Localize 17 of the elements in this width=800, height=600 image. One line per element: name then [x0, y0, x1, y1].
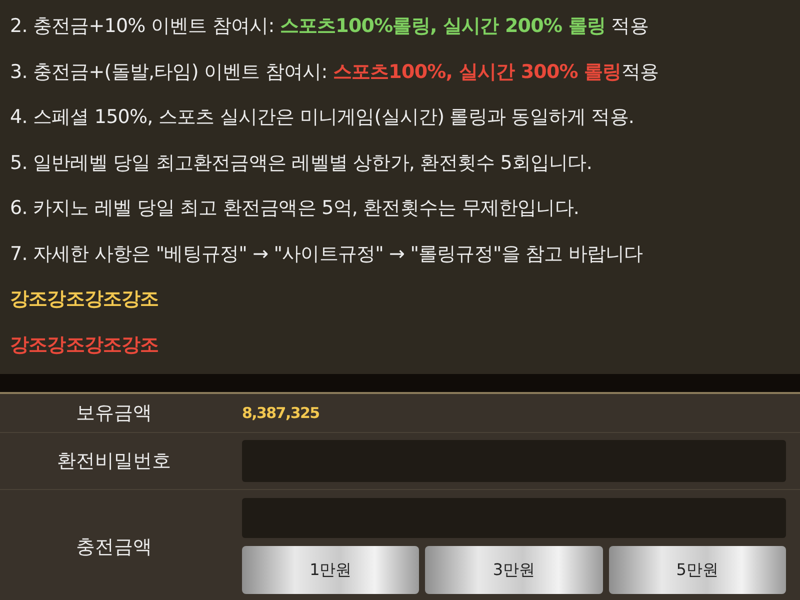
notice-text: 6. 카지노 레벨 당일 최고 환전금액은 5억, 환전횟수는 무제한입니다. [10, 196, 580, 221]
emphasis-text: 강조강조강조강조 [10, 287, 160, 312]
notice-text: 7. 자세한 사항은 "베팅규정" → "사이트규정" → "롤링규정"을 참고 바랍니다 [10, 242, 644, 266]
balance-value: 8,387,325 [242, 404, 320, 422]
amount-button[interactable]: 1만원 [242, 546, 420, 594]
notice-text: 4. 스페셜 150%, 스포츠 실시간은 미니게임(실시간) 롤링과 동일하게 적용. [10, 105, 636, 130]
password-field[interactable] [242, 440, 786, 482]
field-label: 환전비밀번호 [56, 449, 172, 474]
notice-text: 2. 충전금+10% 이벤트 참여시: 스포츠100%롤링, 실시간 200% 롤링 적용 [10, 14, 650, 39]
field-label: 충전금액 [75, 535, 153, 560]
amount-button[interactable]: 5만원 [608, 546, 786, 594]
notice-text: 3. 충전금+(돌발,타임) 이벤트 참여시: 스포츠100%, 실시간 300% 롤링 적용 [10, 60, 660, 84]
field-label: 보유금액 [75, 401, 153, 426]
notice-text: 5. 일반레벨 당일 최고환전금액은 레벨별 상한가, 환전횟수 5회입니다. [10, 150, 593, 176]
emphasis-text: 강조강조강조강조 [10, 332, 160, 358]
amount-button[interactable]: 3만원 [425, 546, 603, 594]
amount-field[interactable] [242, 498, 786, 538]
